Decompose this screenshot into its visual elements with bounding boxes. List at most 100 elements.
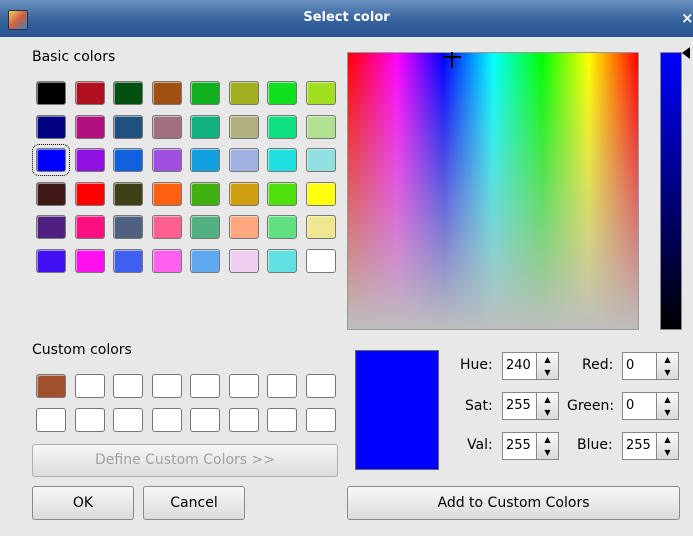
basic-color-swatch[interactable] xyxy=(228,148,259,172)
green-spin-arrows[interactable]: ▲ ▼ xyxy=(656,393,678,419)
basic-color-swatch[interactable] xyxy=(36,81,66,105)
custom-color-swatch[interactable] xyxy=(36,374,66,398)
basic-color-swatch[interactable] xyxy=(190,248,220,273)
basic-color-swatch[interactable] xyxy=(151,81,182,105)
define-custom-colors-button[interactable]: Define Custom Colors >> xyxy=(32,444,338,477)
spin-up-icon[interactable]: ▲ xyxy=(537,353,558,366)
custom-color-swatch[interactable] xyxy=(113,374,143,398)
spin-down-icon[interactable]: ▼ xyxy=(657,406,678,419)
spin-up-icon[interactable]: ▲ xyxy=(657,353,678,366)
basic-color-swatch[interactable] xyxy=(190,81,220,105)
basic-color-swatch[interactable] xyxy=(113,114,143,139)
blue-spin-arrows[interactable]: ▲ ▼ xyxy=(656,433,678,459)
custom-color-swatch[interactable] xyxy=(305,374,336,398)
custom-color-swatch[interactable] xyxy=(267,374,297,398)
sat-spin-arrows[interactable]: ▲ ▼ xyxy=(536,393,558,419)
basic-color-swatch[interactable] xyxy=(113,215,143,239)
custom-color-swatch[interactable] xyxy=(36,407,66,432)
sat-spinbox[interactable]: 255 ▲ ▼ xyxy=(502,392,559,420)
basic-color-swatch[interactable] xyxy=(228,181,259,206)
basic-color-swatch[interactable] xyxy=(74,215,105,239)
basic-color-swatch[interactable] xyxy=(113,248,143,273)
basic-color-swatch[interactable] xyxy=(36,114,66,139)
basic-color-swatch[interactable] xyxy=(151,148,182,172)
hue-saturation-picker[interactable] xyxy=(347,52,639,330)
add-to-custom-colors-button[interactable]: Add to Custom Colors xyxy=(347,486,680,520)
spin-down-icon[interactable]: ▼ xyxy=(537,406,558,419)
custom-color-swatch[interactable] xyxy=(74,374,105,398)
custom-color-swatch[interactable] xyxy=(190,374,220,398)
custom-color-swatch[interactable] xyxy=(228,374,259,398)
basic-color-swatch[interactable] xyxy=(32,144,70,176)
close-icon[interactable]: × xyxy=(681,9,693,27)
basic-color-swatch[interactable] xyxy=(190,114,220,139)
basic-color-swatch[interactable] xyxy=(36,248,66,273)
basic-color-swatch[interactable] xyxy=(267,181,297,206)
basic-color-swatch[interactable] xyxy=(267,148,297,172)
custom-color-swatch[interactable] xyxy=(74,407,105,432)
hue-spinbox[interactable]: 240 ▲ ▼ xyxy=(502,352,559,380)
custom-color-swatch[interactable] xyxy=(305,407,336,432)
basic-color-swatch[interactable] xyxy=(228,114,259,139)
custom-color-swatch[interactable] xyxy=(113,407,143,432)
spin-down-icon[interactable]: ▼ xyxy=(537,366,558,379)
basic-color-swatch[interactable] xyxy=(113,148,143,172)
basic-color-swatch[interactable] xyxy=(190,148,220,172)
spin-up-icon[interactable]: ▲ xyxy=(537,433,558,446)
basic-color-swatch[interactable] xyxy=(305,248,336,273)
spin-down-icon[interactable]: ▼ xyxy=(657,446,678,459)
basic-color-swatch[interactable] xyxy=(305,215,336,239)
custom-color-swatch[interactable] xyxy=(190,407,220,432)
red-value[interactable]: 0 xyxy=(626,358,634,373)
sat-value[interactable]: 255 xyxy=(506,398,531,413)
basic-color-swatch[interactable] xyxy=(267,215,297,239)
basic-color-swatch[interactable] xyxy=(267,248,297,273)
basic-color-swatch[interactable] xyxy=(305,81,336,105)
basic-color-swatch[interactable] xyxy=(267,114,297,139)
blue-value[interactable]: 255 xyxy=(626,438,651,453)
green-value[interactable]: 0 xyxy=(626,398,634,413)
custom-color-swatch[interactable] xyxy=(267,407,297,432)
basic-color-swatch[interactable] xyxy=(74,148,105,172)
basic-color-swatch[interactable] xyxy=(305,181,336,206)
spin-down-icon[interactable]: ▼ xyxy=(657,366,678,379)
basic-color-swatch[interactable] xyxy=(74,81,105,105)
basic-color-swatch[interactable] xyxy=(151,181,182,206)
val-value[interactable]: 255 xyxy=(506,438,531,453)
spin-down-icon[interactable]: ▼ xyxy=(537,446,558,459)
value-slider[interactable] xyxy=(660,52,682,330)
basic-color-swatch[interactable] xyxy=(190,215,220,239)
picker-crosshair[interactable] xyxy=(451,52,453,68)
basic-color-swatch[interactable] xyxy=(228,248,259,273)
basic-color-swatch[interactable] xyxy=(151,215,182,239)
spin-up-icon[interactable]: ▲ xyxy=(537,393,558,406)
basic-color-swatch[interactable] xyxy=(267,81,297,105)
cancel-button[interactable]: Cancel xyxy=(143,486,245,520)
basic-color-swatch[interactable] xyxy=(74,181,105,206)
ok-button[interactable]: OK xyxy=(32,486,134,520)
hue-value[interactable]: 240 xyxy=(506,358,531,373)
value-slider-arrow-icon[interactable] xyxy=(682,47,690,59)
blue-spinbox[interactable]: 255 ▲ ▼ xyxy=(622,432,679,460)
basic-color-swatch[interactable] xyxy=(36,181,66,206)
spin-up-icon[interactable]: ▲ xyxy=(657,393,678,406)
hue-spin-arrows[interactable]: ▲ ▼ xyxy=(536,353,558,379)
custom-color-swatch[interactable] xyxy=(151,374,182,398)
red-spinbox[interactable]: 0 ▲ ▼ xyxy=(622,352,679,380)
basic-color-swatch[interactable] xyxy=(74,114,105,139)
custom-color-swatch[interactable] xyxy=(151,407,182,432)
val-spin-arrows[interactable]: ▲ ▼ xyxy=(536,433,558,459)
basic-color-swatch[interactable] xyxy=(228,215,259,239)
basic-color-swatch[interactable] xyxy=(190,181,220,206)
red-spin-arrows[interactable]: ▲ ▼ xyxy=(656,353,678,379)
basic-color-swatch[interactable] xyxy=(151,248,182,273)
spin-up-icon[interactable]: ▲ xyxy=(657,433,678,446)
basic-color-swatch[interactable] xyxy=(305,148,336,172)
basic-color-swatch[interactable] xyxy=(228,81,259,105)
basic-color-swatch[interactable] xyxy=(36,215,66,239)
basic-color-swatch[interactable] xyxy=(151,114,182,139)
basic-color-swatch[interactable] xyxy=(113,181,143,206)
basic-color-swatch[interactable] xyxy=(74,248,105,273)
basic-color-swatch[interactable] xyxy=(305,114,336,139)
custom-color-swatch[interactable] xyxy=(228,407,259,432)
